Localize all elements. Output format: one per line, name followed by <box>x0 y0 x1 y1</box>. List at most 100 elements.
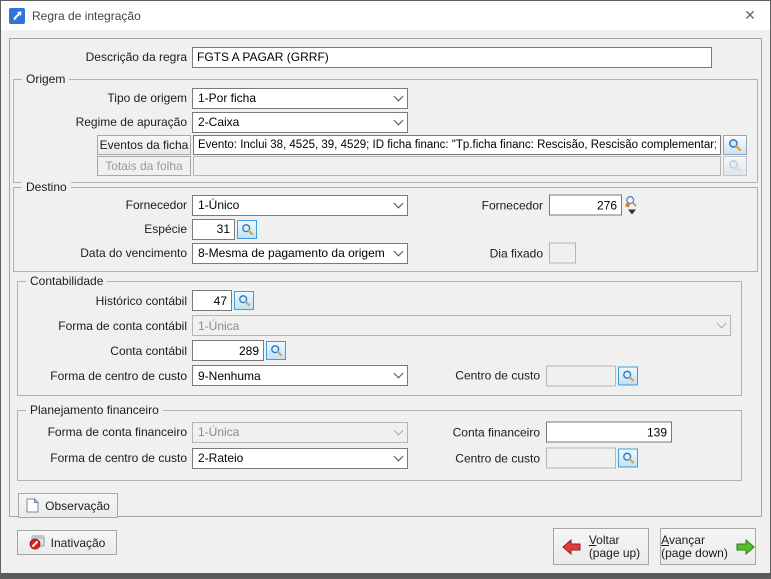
group-destino: Destino Fornecedor 1-Único Fornecedor <box>13 187 758 272</box>
conta-contabil-row: Conta contábil <box>18 338 731 363</box>
dialog-regra-integracao: Regra de integração ✕ Descrição da regra… <box>0 0 771 579</box>
centro-custo-contabil-input <box>546 365 616 386</box>
fornecedor-codigo-input[interactable] <box>549 195 622 216</box>
chevron-down-icon <box>394 115 404 125</box>
fornecedor-forma-select[interactable]: 1-Único <box>192 195 408 216</box>
tipo-origem-row: Tipo de origem 1-Por ficha <box>14 86 747 110</box>
inativacao-button-label: Inativação <box>51 536 106 550</box>
red-left-arrow-icon <box>562 539 582 555</box>
descricao-input[interactable] <box>192 47 712 68</box>
fornecedor-forma-row: Fornecedor 1-Único Fornecedor <box>14 193 747 217</box>
centro-custo-label: Centro de custo <box>426 369 546 383</box>
magnifier-icon <box>270 344 283 357</box>
chevron-down-icon <box>394 91 404 101</box>
conta-financeiro-group: Conta financeiro <box>426 422 672 443</box>
avancar-sublabel: (page down) <box>661 546 728 560</box>
dia-fixado-input <box>549 243 576 264</box>
data-vencimento-row: Data do vencimento 8-Mesma de pagamento … <box>14 241 747 265</box>
tipo-origem-label: Tipo de origem <box>14 91 192 105</box>
historico-contabil-lookup-button[interactable] <box>234 291 254 310</box>
voltar-button[interactable]: Voltar (page up) <box>553 528 649 565</box>
fornecedor-forma-label: Fornecedor <box>14 198 192 212</box>
regime-apuracao-row: Regime de apuração 2-Caixa <box>14 110 747 134</box>
close-button[interactable]: ✕ <box>738 7 762 24</box>
chevron-down-icon <box>394 369 404 379</box>
chevron-down-icon <box>394 451 404 461</box>
app-integration-icon <box>9 8 25 24</box>
group-planejamento-legend: Planejamento financeiro <box>26 403 163 417</box>
historico-contabil-label: Histórico contábil <box>18 294 192 308</box>
forma-centro-custo-financeiro-select[interactable]: 2-Rateio <box>192 448 408 469</box>
eventos-ficha-field[interactable] <box>193 135 721 155</box>
forma-centro-custo-select[interactable]: 9-Nenhuma <box>192 365 408 386</box>
avancar-button[interactable]: Avançar (page down) <box>660 528 756 565</box>
centro-custo-financeiro-lookup-button[interactable] <box>618 449 638 468</box>
observacao-button[interactable]: Observação <box>18 493 118 518</box>
observacao-row: Observação <box>18 493 760 518</box>
titlebar: Regra de integração ✕ <box>1 1 770 30</box>
totais-folha-button: Totais da folha <box>97 156 191 176</box>
regime-apuracao-label: Regime de apuração <box>14 115 192 129</box>
eventos-ficha-button[interactable]: Eventos da ficha <box>97 135 191 155</box>
centro-custo-contabil-lookup-button[interactable] <box>618 366 638 385</box>
data-vencimento-select[interactable]: 8-Mesma de pagamento da origem <box>192 243 408 264</box>
fornecedor-lookup[interactable] <box>625 196 638 215</box>
group-planejamento: Planejamento financeiro Forma de conta f… <box>17 410 742 481</box>
inativacao-button[interactable]: Inativação <box>17 530 117 555</box>
inactivation-icon <box>29 535 45 550</box>
totais-folha-row: Totais da folha <box>14 155 747 176</box>
footer: Inativação Voltar (page up) Avançar (pag… <box>1 517 770 573</box>
observacao-button-label: Observação <box>45 499 110 513</box>
descricao-label: Descrição da regra <box>11 50 192 64</box>
forma-conta-contabil-select: 1-Única <box>192 315 731 336</box>
forma-conta-financeiro-label: Forma de conta financeiro <box>18 425 192 439</box>
green-right-arrow-icon <box>735 539 755 555</box>
especie-label: Espécie <box>14 222 192 236</box>
window-title: Regra de integração <box>32 9 141 23</box>
group-destino-legend: Destino <box>22 180 71 194</box>
voltar-sublabel: (page up) <box>589 546 640 560</box>
group-contabilidade: Contabilidade Histórico contábil Forma d… <box>17 281 742 396</box>
forma-centro-custo-label: Forma de centro de custo <box>18 369 192 383</box>
magnifier-icon <box>622 369 635 382</box>
chevron-down-icon <box>717 319 727 329</box>
dialog-body: Descrição da regra Origem Tipo de origem… <box>1 30 770 517</box>
forma-conta-contabil-row: Forma de conta contábil 1-Única <box>18 313 731 338</box>
conta-contabil-lookup-button[interactable] <box>266 341 286 360</box>
tipo-origem-select[interactable]: 1-Por ficha <box>192 88 408 109</box>
historico-contabil-input[interactable] <box>192 290 232 311</box>
dia-fixado-group: Dia fixado <box>429 243 576 264</box>
totais-folha-lookup-button <box>723 156 747 176</box>
fornecedor-codigo-group: Fornecedor <box>429 195 638 216</box>
magnifier-icon <box>622 452 635 465</box>
magnifier-icon <box>728 159 742 173</box>
centro-custo-financeiro-input <box>546 448 616 469</box>
forma-conta-contabil-label: Forma de conta contábil <box>18 319 192 333</box>
magnifier-icon <box>241 223 254 236</box>
especie-input[interactable] <box>192 219 235 240</box>
magnifier-icon <box>728 138 742 152</box>
conta-contabil-label: Conta contábil <box>18 344 192 358</box>
descricao-row: Descrição da regra <box>11 45 760 69</box>
chevron-down-icon <box>394 246 404 256</box>
data-vencimento-label: Data do vencimento <box>14 246 192 260</box>
document-icon <box>26 498 39 513</box>
magnifier-icon <box>238 294 251 307</box>
forma-conta-financeiro-select: 1-Única <box>192 422 408 443</box>
forma-centro-custo-financeiro-row: Forma de centro de custo 2-Rateio Centro… <box>18 445 731 471</box>
conta-financeiro-label: Conta financeiro <box>426 425 546 439</box>
centro-custo-financeiro-label: Centro de custo <box>426 451 546 465</box>
centro-custo-contabil-group: Centro de custo <box>426 365 638 386</box>
chevron-down-icon <box>394 198 404 208</box>
eventos-ficha-lookup-button[interactable] <box>723 135 747 155</box>
conta-financeiro-input[interactable] <box>546 422 672 443</box>
especie-lookup-button[interactable] <box>237 220 257 239</box>
group-origem-legend: Origem <box>22 72 69 86</box>
conta-contabil-input[interactable] <box>192 340 264 361</box>
group-origem: Origem Tipo de origem 1-Por ficha Regime… <box>13 79 758 183</box>
main-panel: Descrição da regra Origem Tipo de origem… <box>9 38 762 517</box>
fornecedor-codigo-label: Fornecedor <box>429 198 549 212</box>
fornecedor-dropdown-arrow-icon[interactable] <box>628 210 636 215</box>
window-bottom-edge <box>1 573 770 579</box>
regime-apuracao-select[interactable]: 2-Caixa <box>192 112 408 133</box>
